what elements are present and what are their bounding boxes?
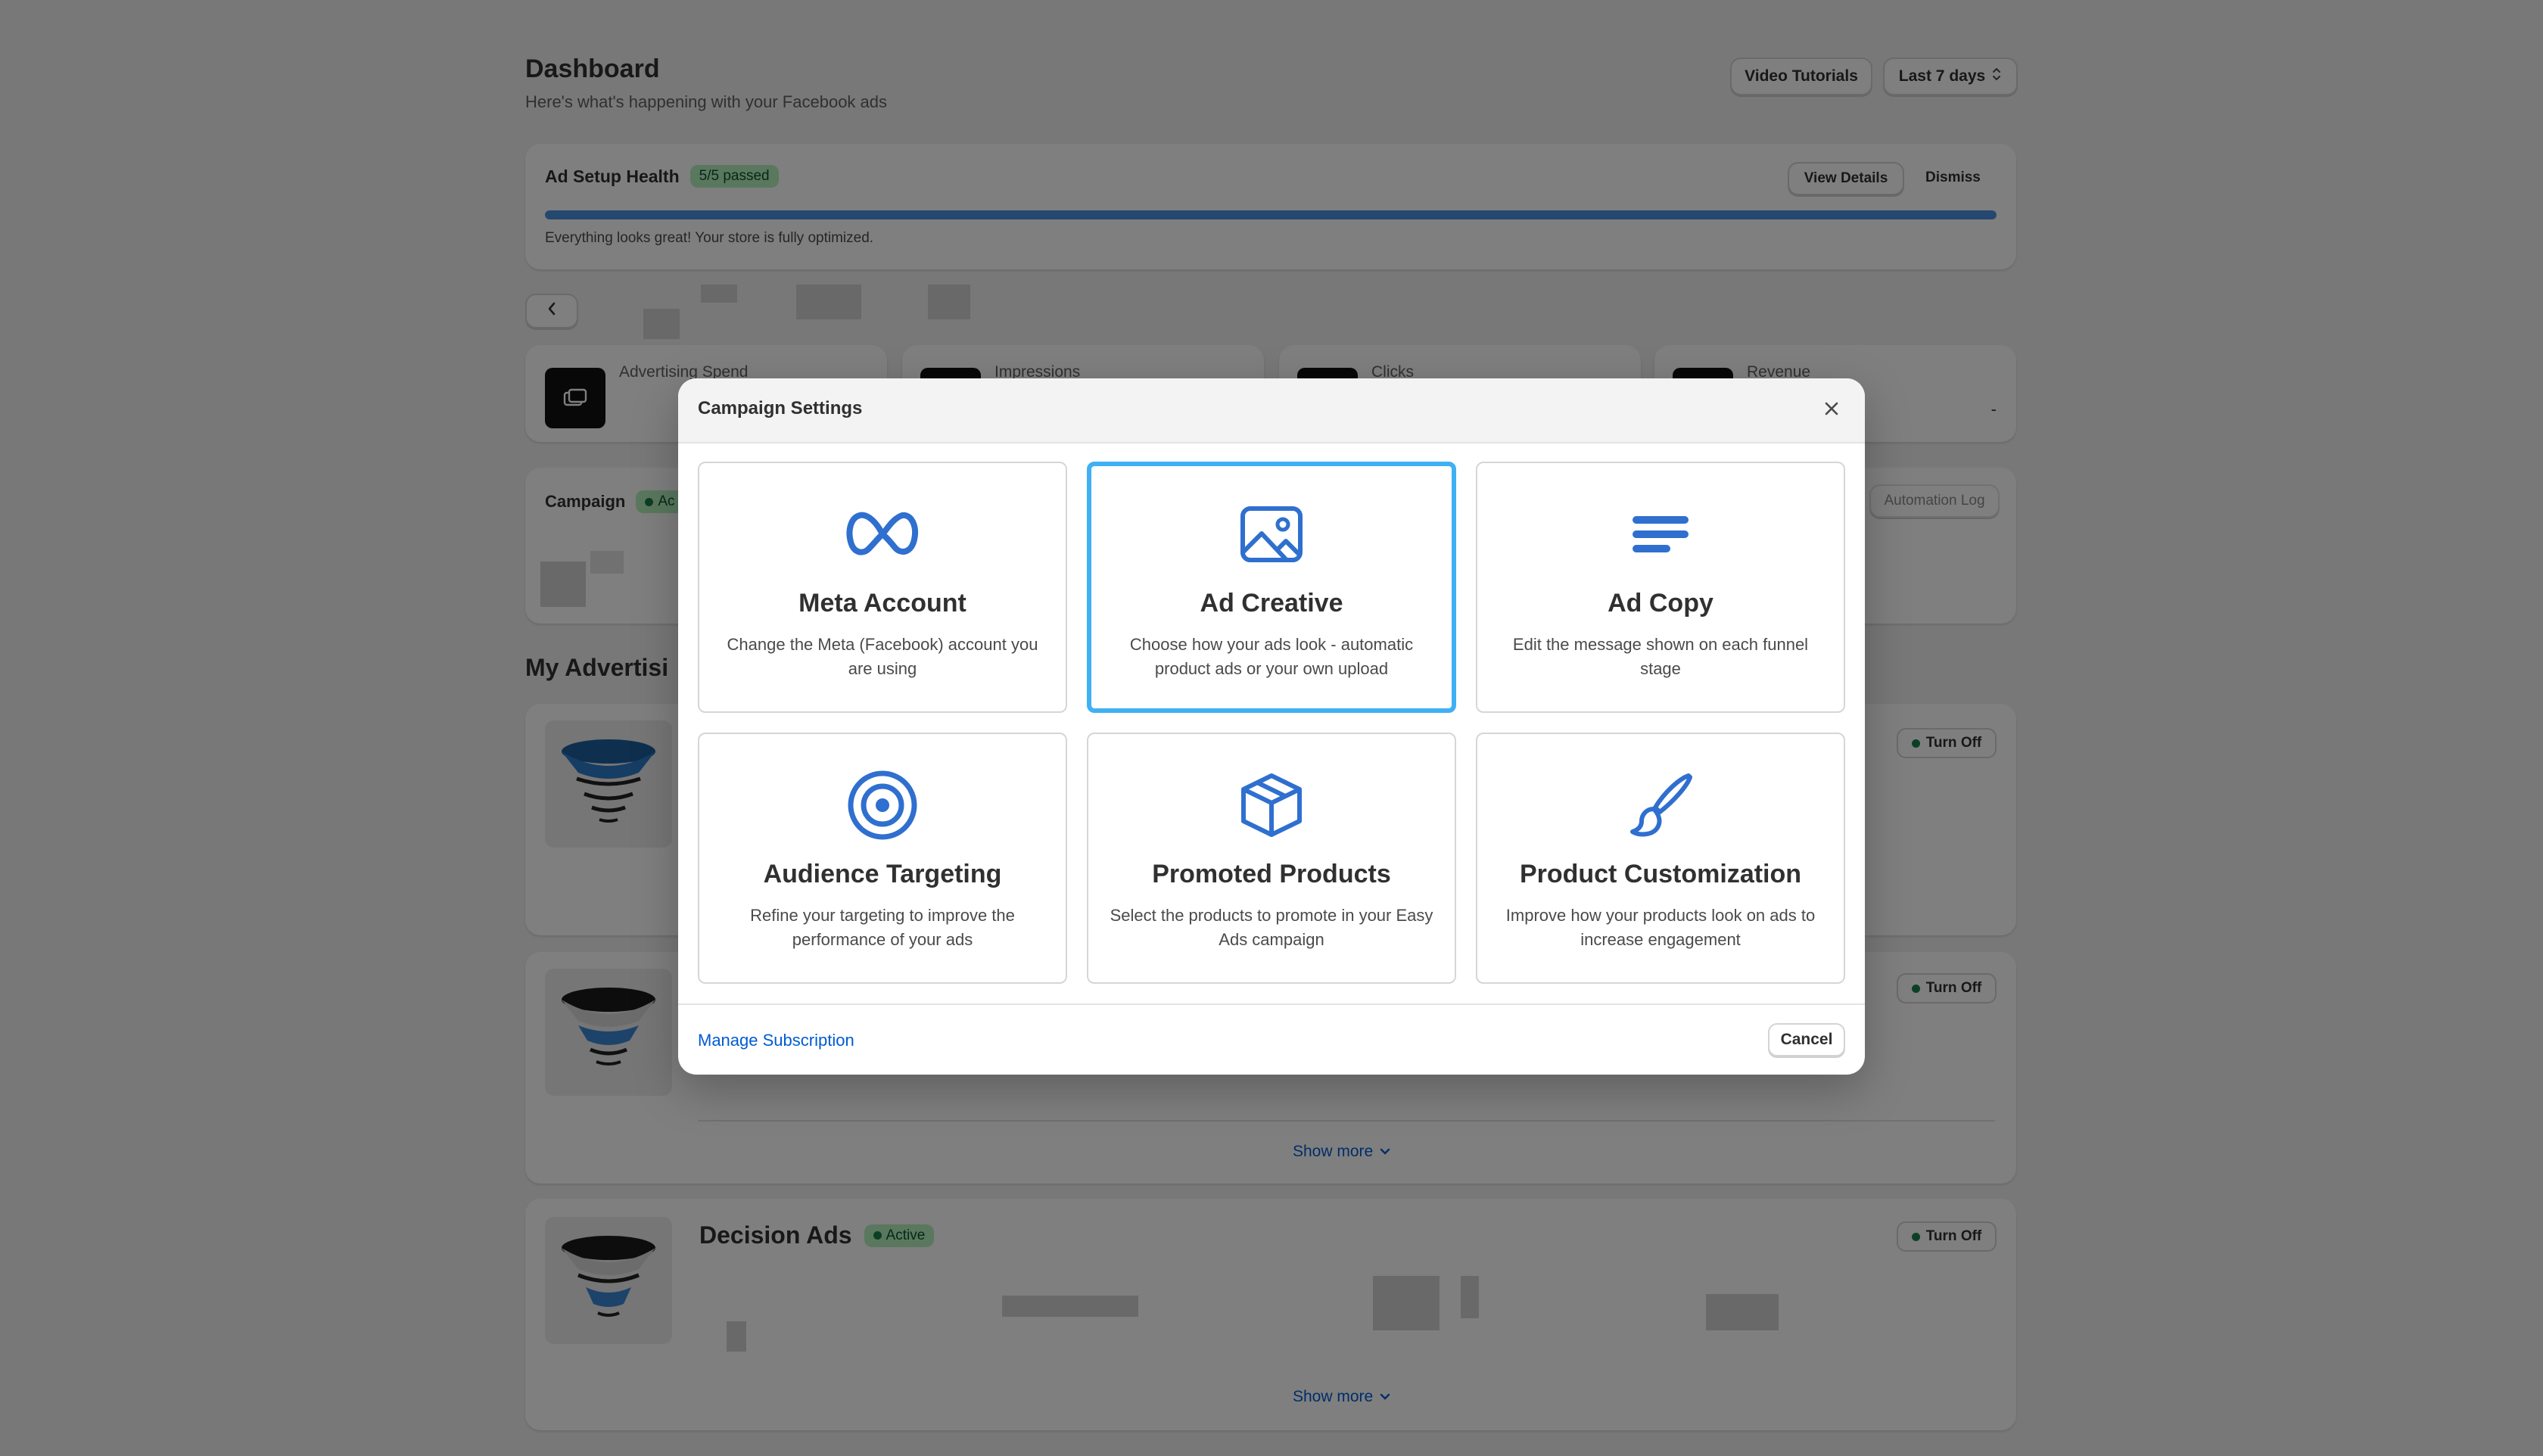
option-title: Promoted Products	[1152, 860, 1391, 888]
image-icon	[1091, 502, 1452, 566]
target-icon	[699, 770, 1066, 840]
modal-title: Campaign Settings	[698, 398, 863, 418]
campaign-settings-modal: Campaign Settings Meta Account Change th…	[678, 378, 1865, 1075]
option-ad-copy[interactable]: Ad Copy Edit the message shown on each f…	[1476, 462, 1845, 713]
modal-header: Campaign Settings	[678, 378, 1865, 443]
close-button[interactable]	[1818, 397, 1845, 424]
cancel-button[interactable]: Cancel	[1768, 1023, 1845, 1056]
page: Dashboard Here's what's happening with y…	[0, 0, 2543, 1456]
option-description: Refine your targeting to improve the per…	[750, 906, 1015, 949]
option-title: Meta Account	[798, 589, 966, 618]
manage-subscription-link[interactable]: Manage Subscription	[698, 1031, 854, 1050]
option-ad-creative[interactable]: Ad Creative Choose how your ads look - a…	[1087, 462, 1456, 713]
paintbrush-icon	[1477, 773, 1844, 837]
option-title: Ad Copy	[1608, 589, 1713, 618]
option-description: Choose how your ads look - automatic pro…	[1129, 635, 1414, 678]
meta-logo-icon	[699, 502, 1066, 566]
text-lines-icon	[1477, 502, 1844, 566]
option-meta-account[interactable]: Meta Account Change the Meta (Facebook) …	[698, 462, 1067, 713]
divider	[678, 1003, 1865, 1005]
option-description: Change the Meta (Facebook) account you a…	[727, 635, 1038, 678]
option-description: Edit the message shown on each funnel st…	[1512, 635, 1809, 678]
option-title: Ad Creative	[1200, 589, 1343, 618]
option-product-customization[interactable]: Product Customization Improve how your p…	[1476, 733, 1845, 984]
option-title: Audience Targeting	[763, 860, 1002, 888]
close-icon	[1823, 400, 1840, 421]
option-description: Select the products to promote in your E…	[1110, 906, 1433, 949]
option-title: Product Customization	[1519, 860, 1802, 888]
option-promoted-products[interactable]: Promoted Products Select the products to…	[1087, 733, 1456, 984]
option-audience-targeting[interactable]: Audience Targeting Refine your targeting…	[698, 733, 1067, 984]
option-description: Improve how your products look on ads to…	[1505, 906, 1816, 949]
box-icon	[1088, 773, 1455, 837]
